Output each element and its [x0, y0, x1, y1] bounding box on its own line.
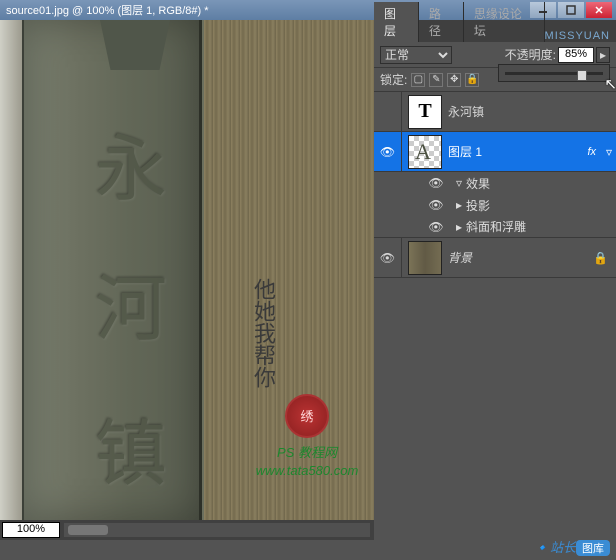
panel-tabs: 图层 路径 思缘设论坛 MISSYUAN	[374, 20, 616, 42]
lock-label: 锁定:	[380, 71, 407, 88]
layers-panel: 图层 路径 思缘设论坛 MISSYUAN 正常 不透明度: 85% ▸ 锁定: …	[374, 20, 616, 540]
brush-icon: ✎	[432, 74, 440, 85]
watermark-badge: 图库	[576, 540, 610, 556]
fx-effects-header[interactable]: 👁 ▿ 效果	[374, 172, 616, 194]
watermark-text: 站长	[550, 540, 576, 555]
lock-position-button[interactable]: ✥	[447, 73, 461, 87]
opacity-label: 不透明度:	[505, 46, 556, 63]
document-status-bar: 100%	[0, 520, 374, 540]
fx-item-label: 投影	[466, 197, 490, 214]
fx-header-label: 效果	[466, 175, 490, 192]
layer-thumbnail-1[interactable]	[408, 135, 442, 169]
eye-icon: 👁	[380, 145, 395, 159]
move-icon: ✥	[450, 74, 458, 85]
tab-paths[interactable]: 路径	[419, 2, 464, 42]
opacity-slider-popup[interactable]: ↖	[498, 64, 610, 82]
horizontal-scrollbar[interactable]	[64, 523, 370, 537]
canvas[interactable]: 永 河 镇 他她我帮你 绣 PS 教程网 www.tata580.com	[0, 20, 374, 520]
zoom-input[interactable]: 100%	[2, 522, 60, 538]
visibility-toggle[interactable]: 👁	[374, 238, 402, 277]
layer-name[interactable]: 背景	[448, 249, 593, 266]
window-maximize-button[interactable]	[558, 2, 584, 18]
layer-name[interactable]: 图层 1	[448, 143, 587, 160]
canvas-area[interactable]: 永 河 镇 他她我帮你 绣 PS 教程网 www.tata580.com 100…	[0, 20, 374, 540]
bullet-icon: ▸	[452, 220, 466, 234]
layer-row-1[interactable]: 👁 图层 1 fx ▿	[374, 132, 616, 172]
lock-all-button[interactable]: 🔒	[465, 73, 479, 87]
visibility-toggle[interactable]	[374, 92, 402, 131]
layers-list: T 永河镇 👁 图层 1 fx ▿ 👁 ▿ 效果 👁 ▸ 投影 👁	[374, 92, 616, 540]
tab-other[interactable]: 思缘设论坛	[464, 2, 545, 42]
layer-fx-badge[interactable]: fx	[587, 146, 602, 158]
eye-icon[interactable]: 👁	[428, 176, 444, 190]
image-ornament	[100, 20, 170, 70]
opacity-input[interactable]: 85%	[558, 47, 594, 63]
eye-icon: 👁	[380, 251, 395, 265]
checker-icon: ▢	[414, 74, 423, 85]
cursor-icon: ↖	[604, 75, 616, 93]
layer-row-background[interactable]: 👁 背景 🔒	[374, 238, 616, 278]
fx-dropdown-icon[interactable]: ▿	[602, 145, 616, 159]
page-watermark: 🔹站长图库	[534, 537, 610, 556]
layer-thumbnail-bg[interactable]	[408, 241, 442, 275]
image-edge-left	[0, 20, 22, 520]
lock-icon: 🔒	[466, 74, 478, 85]
opacity-dropdown-button[interactable]: ▸	[596, 47, 610, 63]
layer-thumbnail-text[interactable]: T	[408, 95, 442, 129]
carved-char-3: 镇	[86, 395, 176, 500]
carved-char-2: 河	[86, 250, 176, 355]
window-close-button[interactable]	[586, 2, 612, 18]
carved-char-1: 永	[86, 110, 176, 215]
layer-row-text[interactable]: T 永河镇	[374, 92, 616, 132]
opacity-slider-track[interactable]	[505, 72, 603, 75]
fx-item-label: 斜面和浮雕	[466, 218, 526, 235]
bullet-icon: ▸	[452, 198, 466, 212]
fx-item-bevel[interactable]: 👁 ▸ 斜面和浮雕	[374, 216, 616, 238]
lock-row: 锁定: ▢ ✎ ✥ 🔒 ↖	[374, 68, 616, 92]
blend-mode-select[interactable]: 正常	[380, 46, 452, 64]
arrow-right-icon: ▸	[600, 48, 606, 62]
eye-icon[interactable]: 👁	[428, 220, 444, 234]
disclosure-triangle-icon[interactable]: ▿	[452, 176, 466, 190]
lock-pixels-button[interactable]: ✎	[429, 73, 443, 87]
layer-name[interactable]: 永河镇	[448, 103, 616, 120]
panel-watermark: MISSYUAN	[545, 30, 616, 42]
lock-icon: 🔒	[593, 251, 616, 265]
eye-icon[interactable]: 👁	[428, 198, 444, 212]
fx-item-shadow[interactable]: 👁 ▸ 投影	[374, 194, 616, 216]
image-wood-texture	[204, 20, 374, 520]
lock-transparency-button[interactable]: ▢	[411, 73, 425, 87]
visibility-toggle[interactable]: 👁	[374, 132, 402, 171]
tab-layers[interactable]: 图层	[374, 2, 419, 42]
image-stone-slab: 永 河 镇	[22, 20, 202, 520]
opacity-slider-thumb[interactable]	[577, 70, 587, 81]
